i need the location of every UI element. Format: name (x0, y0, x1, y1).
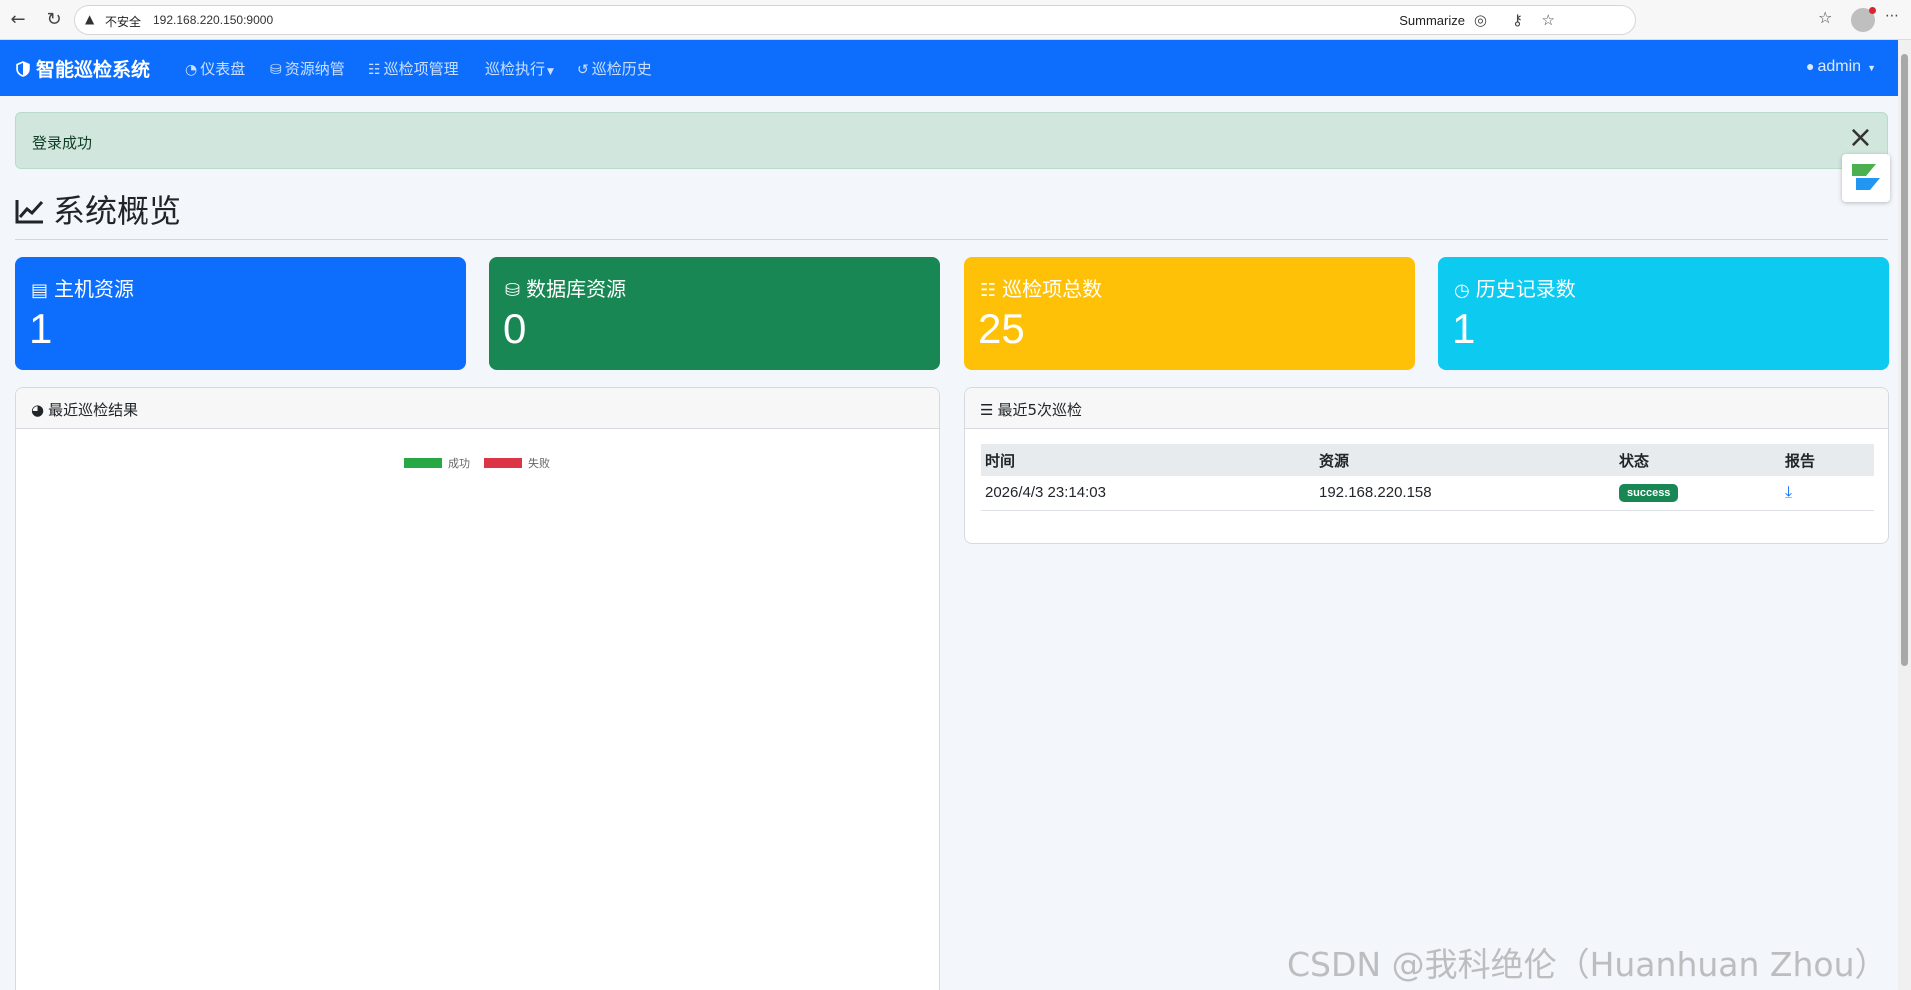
insecure-label: 不安全 (105, 15, 142, 29)
success-alert: 登录成功 × (15, 112, 1888, 169)
status-badge: success (1619, 484, 1679, 503)
nav-inspection-run-label: 巡检执行 (485, 60, 546, 78)
stat-label-text: 巡检项总数 (1002, 277, 1103, 301)
stat-value: 0 (503, 305, 527, 352)
cell-report: ⤓ (1781, 476, 1874, 511)
brand[interactable]: 智能巡检系统 (14, 55, 150, 82)
stat-label-text: 数据库资源 (526, 277, 627, 301)
server-icon: ▤ (31, 280, 49, 301)
speedometer-icon: ◔ (185, 62, 198, 78)
brand-label: 智能巡检系统 (36, 59, 151, 81)
table-header-row: 时间 资源 状态 报告 (981, 444, 1874, 476)
download-icon[interactable]: ⤓ (1785, 484, 1792, 501)
url-text[interactable]: 192.168.220.150:9000 (153, 13, 273, 27)
shield-icon (16, 61, 30, 77)
legend-swatch (484, 458, 522, 468)
cell-status: success (1615, 476, 1781, 511)
page-title: 系统概览 (15, 186, 181, 232)
nav-resources[interactable]: ⛁ 资源纳管 (270, 58, 345, 79)
panel-title: ◕ 最近巡检结果 (31, 399, 138, 420)
favorites-list-icon[interactable]: ☆ (1818, 8, 1832, 27)
column-header-status: 状态 (1615, 444, 1781, 476)
panel-title-text: 最近巡检结果 (48, 401, 139, 419)
page-scrollbar[interactable] (1898, 40, 1911, 990)
scrollbar-thumb[interactable] (1901, 54, 1908, 666)
user-caret-icon: ▼ (1867, 63, 1876, 73)
legend-label: 成功 (448, 457, 470, 470)
nav-inspection-items-label: 巡检项管理 (383, 60, 459, 78)
title-divider (15, 239, 1888, 240)
key-icon[interactable]: ⚷ (1512, 11, 1523, 29)
watermark: CSDN @我科绝伦（Huanhuan Zhou） (1287, 945, 1888, 984)
user-menu[interactable]: ● admin ▼ (1806, 58, 1876, 76)
stat-label: ⛁ 数据库资源 (505, 273, 626, 302)
nav-dashboard[interactable]: ◔ 仪表盘 (185, 58, 245, 79)
legend-item-failed[interactable]: 失败 (484, 455, 550, 471)
cell-resource: 192.168.220.158 (1315, 476, 1615, 511)
stat-card-history: ◷ 历史记录数 1 (1438, 257, 1889, 370)
nav-history-label: 巡检历史 (591, 60, 652, 78)
panel-header: ☰ 最近5次巡检 (965, 388, 1888, 429)
pie-chart-icon: ◕ (31, 401, 45, 419)
nav-inspection-items[interactable]: ☷ 巡检项管理 (368, 58, 459, 79)
stat-label-text: 主机资源 (54, 277, 135, 301)
dropdown-caret-icon: ▼ (547, 67, 554, 77)
page-title-text: 系统概览 (53, 192, 182, 230)
stat-label: ◷ 历史记录数 (1454, 273, 1576, 302)
legend-label: 失败 (528, 457, 550, 470)
recent-inspections-panel: ☰ 最近5次巡检 时间 资源 状态 报告 2026/4/3 23:14:03 19… (964, 387, 1889, 544)
back-arrow-icon[interactable]: ← (6, 8, 30, 32)
legend-swatch (404, 458, 442, 468)
nav-dashboard-label: 仪表盘 (200, 60, 246, 78)
stat-card-hosts: ▤ 主机资源 1 (15, 257, 466, 370)
stat-card-databases: ⛁ 数据库资源 0 (489, 257, 940, 370)
legend-item-success[interactable]: 成功 (404, 455, 470, 471)
reload-icon[interactable]: ↻ (42, 8, 66, 32)
nav-inspection-run[interactable]: 巡检执行 ▼ (485, 58, 554, 79)
cell-time: 2026/4/3 23:14:03 (981, 476, 1315, 511)
checklist-icon: ☷ (368, 62, 381, 78)
profile-avatar[interactable] (1851, 7, 1876, 32)
nav-history[interactable]: ↺ 巡检历史 (577, 58, 652, 79)
nav-resources-label: 资源纳管 (284, 60, 345, 78)
stat-value: 1 (1452, 305, 1476, 352)
address-bar[interactable]: ▲ 不安全 192.168.220.150:9000 Summarize ◎ ⚷… (74, 5, 1636, 35)
stat-value: 1 (29, 305, 53, 352)
stat-label: ▤ 主机资源 (31, 273, 134, 302)
extension-logo-icon[interactable] (1842, 154, 1890, 202)
history-icon: ↺ (577, 62, 589, 78)
close-icon[interactable]: × (1848, 123, 1873, 153)
copilot-icon[interactable]: ◎ (1474, 11, 1487, 29)
database-icon: ⛁ (270, 62, 282, 78)
alert-message: 登录成功 (32, 134, 93, 152)
list-icon: ☰ (980, 401, 994, 419)
column-header-resource: 资源 (1315, 444, 1615, 476)
line-chart-icon (15, 200, 44, 224)
stat-label-text: 历史记录数 (1475, 277, 1576, 301)
recent-results-panel: ◕ 最近巡检结果 成功 失败 (15, 387, 940, 990)
checklist-icon: ☷ (980, 280, 997, 301)
panel-header: ◕ 最近巡检结果 (16, 388, 939, 429)
panel-title: ☰ 最近5次巡检 (980, 399, 1082, 420)
panel-title-text: 最近5次巡检 (997, 401, 1082, 419)
stat-card-inspection-items: ☷ 巡检项总数 25 (964, 257, 1415, 370)
stat-label: ☷ 巡检项总数 (980, 273, 1102, 302)
warning-icon: ▲ (85, 12, 95, 26)
browser-toolbar: ← ↻ ▲ 不安全 192.168.220.150:9000 Summarize… (0, 0, 1911, 40)
top-navbar: 智能巡检系统 ◔ 仪表盘 ⛁ 资源纳管 ☷ 巡检项管理 巡检执行 ▼ ↺ 巡检历史 ● ad… (0, 40, 1898, 96)
notification-dot (1869, 7, 1876, 14)
summarize-button[interactable]: Summarize (1399, 13, 1465, 28)
table-row: 2026/4/3 23:14:03 192.168.220.158 succes… (981, 476, 1874, 511)
stat-value: 25 (978, 305, 1025, 352)
person-icon: ● (1806, 58, 1815, 74)
favorite-star-icon[interactable]: ☆ (1542, 11, 1555, 29)
more-menu-icon[interactable]: ⋯ (1885, 8, 1899, 24)
column-header-report: 报告 (1781, 444, 1874, 476)
user-name: admin (1817, 58, 1862, 75)
clock-icon: ◷ (1454, 280, 1470, 301)
database-icon: ⛁ (505, 280, 521, 301)
column-header-time: 时间 (981, 444, 1315, 476)
inspections-table: 时间 资源 状态 报告 2026/4/3 23:14:03 192.168.22… (981, 444, 1874, 511)
